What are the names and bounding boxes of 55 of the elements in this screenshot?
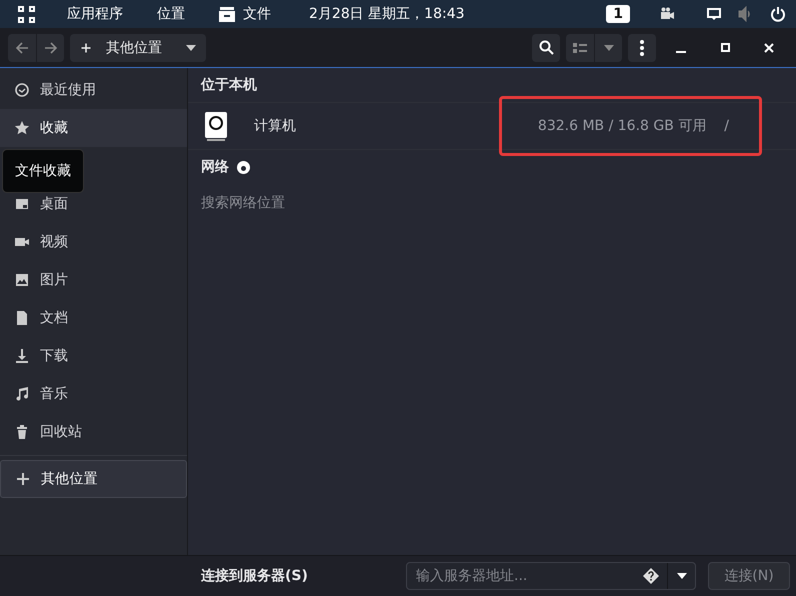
mount-point: / <box>724 118 729 134</box>
help-icon <box>643 568 659 584</box>
menu-icon <box>640 40 644 56</box>
minimize-icon <box>676 50 686 52</box>
search-button[interactable] <box>532 34 560 62</box>
maximize-icon <box>720 43 730 52</box>
sidebar-item[interactable]: 回收站 <box>0 413 187 451</box>
sidebar-item[interactable]: 文档 <box>0 299 187 337</box>
plus-icon <box>80 42 92 54</box>
search-icon <box>538 40 554 55</box>
sidebar-item[interactable]: 音乐 <box>0 375 187 413</box>
disk-usage: 832.6 MB / 16.8 GB 可用 <box>538 117 706 135</box>
sidebar-item[interactable]: 下载 <box>0 337 187 375</box>
download-icon <box>14 348 30 364</box>
power-icon[interactable] <box>770 6 786 22</box>
sidebar-item[interactable]: 图片 <box>0 261 187 299</box>
sidebar-item[interactable]: 其他位置 <box>0 460 187 498</box>
back-arrow-icon <box>15 40 29 54</box>
sidebar-item[interactable]: 收藏 <box>0 109 187 147</box>
forward-arrow-icon <box>44 40 58 54</box>
display-icon[interactable] <box>706 6 722 22</box>
document-icon <box>14 310 30 326</box>
top-menu[interactable]: 文件 <box>243 5 271 23</box>
clock[interactable]: 2月28日 星期五，18:43 <box>309 5 465 23</box>
menu-button[interactable] <box>628 34 656 62</box>
tooltip: 文件收藏 <box>2 149 84 193</box>
starred-icon <box>14 120 30 136</box>
workspace-indicator[interactable]: 1 <box>606 5 630 23</box>
caret-icon <box>186 44 196 50</box>
app-grid-icon[interactable] <box>18 6 35 22</box>
trash-icon <box>14 424 30 440</box>
server-address-field[interactable]: 输入服务器地址... <box>407 567 643 585</box>
network-hint: 搜索网络位置 <box>200 194 286 213</box>
sidebar-item[interactable]: 最近使用 <box>0 71 187 109</box>
sidebar-item[interactable]: 视频 <box>0 223 187 261</box>
drive-icon <box>204 111 228 141</box>
server-address-combo[interactable]: 输入服务器地址... <box>406 562 696 590</box>
music-icon <box>14 386 30 402</box>
spinner-icon <box>237 160 250 174</box>
connect-label: 连接到服务器(S) <box>201 567 309 585</box>
file-cabinet-icon <box>219 6 235 22</box>
caret-icon <box>676 573 686 579</box>
top-menu[interactable]: 应用程序 <box>67 5 123 23</box>
location-button[interactable]: 其他位置 <box>70 34 206 62</box>
section-heading: 网络 <box>201 158 229 176</box>
picture-icon <box>14 272 30 288</box>
device-name[interactable]: 计算机 <box>254 118 296 134</box>
camera-icon[interactable] <box>660 6 676 22</box>
caret-icon <box>604 44 614 50</box>
desktop-icon <box>14 196 30 212</box>
close-icon <box>764 42 774 52</box>
top-menu[interactable]: 位置 <box>157 5 185 23</box>
section-heading: 位于本机 <box>201 76 257 94</box>
list-icon <box>573 42 587 52</box>
recent-icon <box>14 82 30 98</box>
